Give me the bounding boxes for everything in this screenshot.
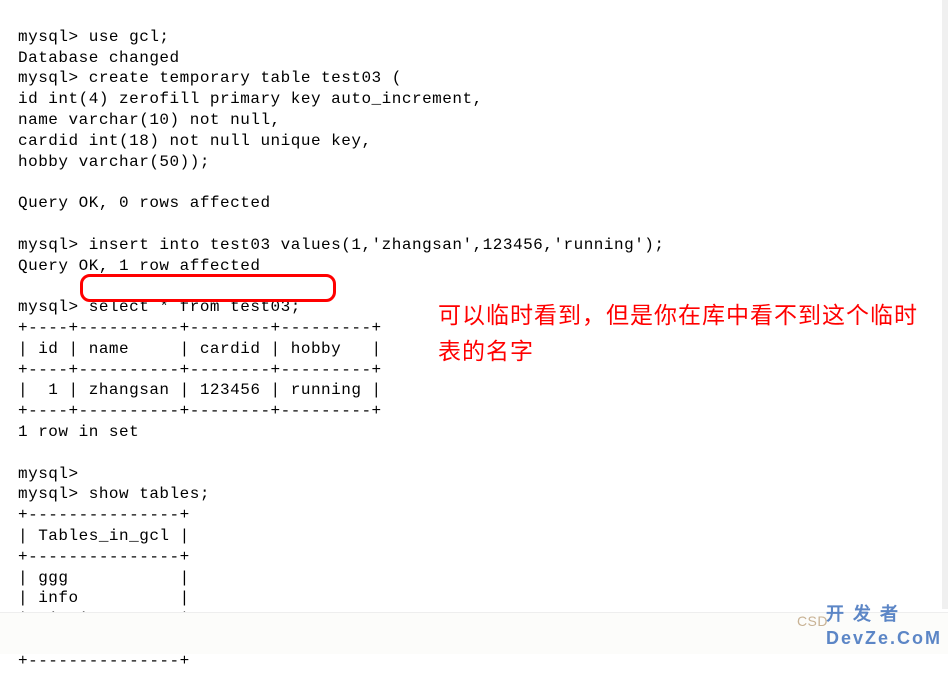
terminal-line: +---------------+ bbox=[18, 652, 190, 670]
terminal-line: | info | bbox=[18, 589, 190, 607]
terminal-line: Query OK, 0 rows affected bbox=[18, 194, 271, 212]
terminal-line: | ggg | bbox=[18, 569, 190, 587]
terminal-line: 1 row in set bbox=[18, 423, 139, 441]
terminal-line: mysql> bbox=[18, 465, 79, 483]
terminal-line: | id | name | cardid | hobby | bbox=[18, 340, 382, 358]
terminal-line: +----+----------+--------+---------+ bbox=[18, 361, 382, 379]
terminal-line: name varchar(10) not null, bbox=[18, 111, 281, 129]
terminal-line: mysql> show tables; bbox=[18, 485, 210, 503]
terminal-line: +---------------+ bbox=[18, 548, 190, 566]
terminal-line: +----+----------+--------+---------+ bbox=[18, 402, 382, 420]
terminal-line: +---------------+ bbox=[18, 506, 190, 524]
terminal-line: mysql> select * from test03; bbox=[18, 298, 301, 316]
terminal-line: cardid int(18) not null unique key, bbox=[18, 132, 372, 150]
csd-watermark: CSD bbox=[797, 612, 828, 630]
terminal-line: mysql> use gcl; bbox=[18, 28, 170, 46]
annotation-text: 可以临时看到，但是你在库中看不到这个临时表的名字 bbox=[438, 298, 918, 369]
watermark-line1: 开 发 者 bbox=[826, 603, 942, 626]
terminal-line: hobby varchar(50)); bbox=[18, 153, 210, 171]
terminal-line: mysql> create temporary table test03 ( bbox=[18, 69, 402, 87]
terminal-line: Query OK, 1 row affected bbox=[18, 257, 260, 275]
terminal-line: id int(4) zerofill primary key auto_incr… bbox=[18, 90, 483, 108]
terminal-line: | 1 | zhangsan | 123456 | running | bbox=[18, 381, 382, 399]
watermark-line2: DevZe.CoM bbox=[826, 627, 942, 650]
watermark: 开 发 者 DevZe.CoM bbox=[826, 603, 942, 650]
terminal-line: +----+----------+--------+---------+ bbox=[18, 319, 382, 337]
scrollbar[interactable] bbox=[942, 0, 948, 609]
terminal-line: mysql> insert into test03 values(1,'zhan… bbox=[18, 236, 665, 254]
terminal-line: | Tables_in_gcl | bbox=[18, 527, 190, 545]
terminal-line: Database changed bbox=[18, 49, 180, 67]
